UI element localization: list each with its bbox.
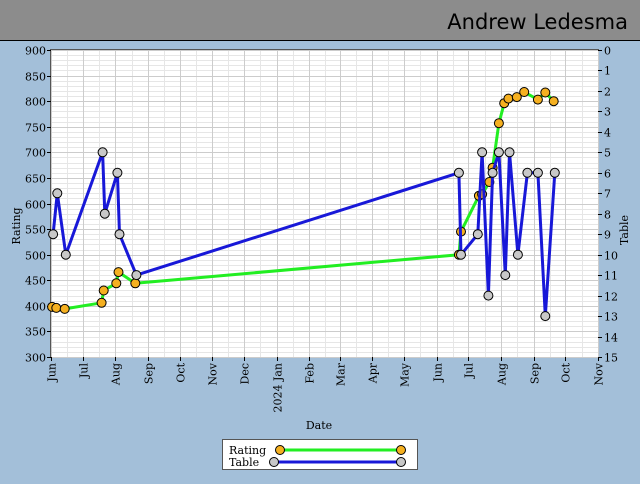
- x-tick-label: Sep: [143, 363, 156, 384]
- data-point-rating: [59, 303, 70, 314]
- data-point-table: [540, 311, 551, 322]
- y-left-tick-label: 350: [25, 326, 46, 339]
- data-point-table: [52, 188, 63, 199]
- x-tick-label: Sep: [529, 363, 542, 384]
- data-point-table: [522, 167, 533, 178]
- x-tick-label: May: [399, 362, 412, 387]
- y-left-axis-label: Rating: [10, 207, 23, 244]
- y-left-tick-label: 600: [25, 199, 46, 212]
- y-left-tick-label: 700: [25, 147, 46, 160]
- y-right-tick-label: 0: [604, 45, 611, 58]
- legend: Rating Table: [222, 439, 418, 470]
- data-point-table: [131, 270, 142, 281]
- data-point-rating: [519, 87, 530, 97]
- x-tick-label: Jun: [46, 363, 59, 383]
- x-tick-label: Nov: [207, 362, 220, 385]
- y-right-tick-label: 11: [604, 270, 618, 283]
- data-point-rating: [548, 96, 559, 107]
- x-tick-label: Jun: [432, 363, 445, 383]
- x-tick-label: Apr: [367, 362, 380, 384]
- chart-root: Andrew Ledesma 300 350 400 450 500 550 600 650 7…: [0, 0, 640, 480]
- data-point-table: [60, 249, 71, 260]
- legend-marker-rating-left: [275, 445, 285, 455]
- legend-marker-rating-right: [396, 445, 406, 455]
- x-tick-label: Oct: [560, 362, 573, 382]
- y-right-axis-label: Table: [618, 215, 631, 245]
- data-point-table: [532, 167, 543, 178]
- x-tick-label: Nov: [593, 362, 606, 385]
- y-right-tick-label: 7: [604, 188, 611, 201]
- data-point-table: [487, 167, 498, 178]
- y-left-tick-label: 300: [25, 352, 46, 365]
- y-right-tick-label: 8: [604, 209, 611, 222]
- data-point-table: [504, 147, 515, 158]
- legend-label-table: Table: [229, 456, 259, 469]
- x-tick-label: Mar: [335, 362, 348, 386]
- data-point-table: [493, 147, 504, 158]
- data-point-table: [477, 147, 488, 158]
- y-right-tick-label: 4: [604, 127, 611, 140]
- x-tick-label: Aug: [110, 363, 123, 386]
- y-right-tick-label: 14: [604, 332, 618, 345]
- data-point-table: [512, 249, 523, 260]
- data-point-rating: [540, 87, 551, 98]
- y-right-tick-label: 6: [604, 168, 611, 181]
- x-tick-label: Jul: [78, 363, 91, 379]
- data-point-table: [500, 270, 511, 281]
- x-tick-label: 2024 Jan: [272, 363, 285, 413]
- data-point-table: [97, 147, 108, 158]
- data-point-table: [483, 290, 494, 301]
- data-point-rating: [503, 93, 514, 104]
- data-point-rating: [96, 297, 107, 308]
- y-right-tick-label: 13: [604, 311, 618, 324]
- x-tick-label: Feb: [304, 363, 317, 384]
- data-point-table: [456, 249, 466, 260]
- data-point-table: [549, 167, 560, 178]
- y-left-tick-label: 450: [25, 275, 46, 288]
- data-point-rating: [98, 285, 109, 296]
- y-right-tick-label: 5: [604, 147, 611, 160]
- rating-table-chart: Andrew Ledesma 3003504004505005506006507…: [0, 0, 640, 480]
- y-left-tick-label: 500: [25, 250, 46, 263]
- data-point-rating: [111, 278, 122, 289]
- legend-marker-table-right: [396, 457, 406, 467]
- data-point-table: [48, 229, 59, 240]
- y-right-tick-label: 9: [604, 229, 611, 242]
- legend-marker-table-left: [269, 457, 279, 467]
- data-point-rating: [51, 302, 62, 313]
- x-tick-label: Aug: [496, 363, 509, 386]
- y-right-tick-label: 1: [604, 65, 611, 78]
- data-point-table: [99, 208, 110, 219]
- data-point-rating: [493, 118, 504, 129]
- y-left-tick-label: 900: [25, 45, 46, 58]
- y-left-tick-label: 650: [25, 173, 46, 186]
- x-tick-label: Jul: [463, 363, 476, 379]
- y-left-tick-label: 400: [25, 301, 46, 314]
- y-left-tick-label: 850: [25, 71, 46, 84]
- y-right-tick-label: 3: [604, 106, 611, 119]
- y-right-tick-label: 10: [604, 250, 618, 263]
- data-point-rating: [532, 94, 543, 105]
- data-point-table: [453, 167, 464, 178]
- y-right-tick-label: 12: [604, 291, 618, 304]
- x-axis-label: Date: [306, 419, 332, 432]
- y-left-tick-label: 800: [25, 96, 46, 109]
- y-left-tick-label: 750: [25, 122, 46, 135]
- data-point-table: [472, 229, 483, 240]
- y-right-tick-label: 15: [604, 352, 618, 365]
- data-point-rating: [113, 267, 124, 278]
- data-point-rating: [130, 278, 141, 289]
- player-name: Andrew Ledesma: [447, 10, 628, 34]
- y-right-tick-label: 2: [604, 86, 611, 99]
- data-point-table: [114, 229, 125, 240]
- x-tick-label: Dec: [239, 363, 252, 385]
- x-tick-label: Oct: [175, 362, 188, 382]
- data-point-table: [112, 167, 123, 178]
- y-left-tick-label: 550: [25, 224, 46, 237]
